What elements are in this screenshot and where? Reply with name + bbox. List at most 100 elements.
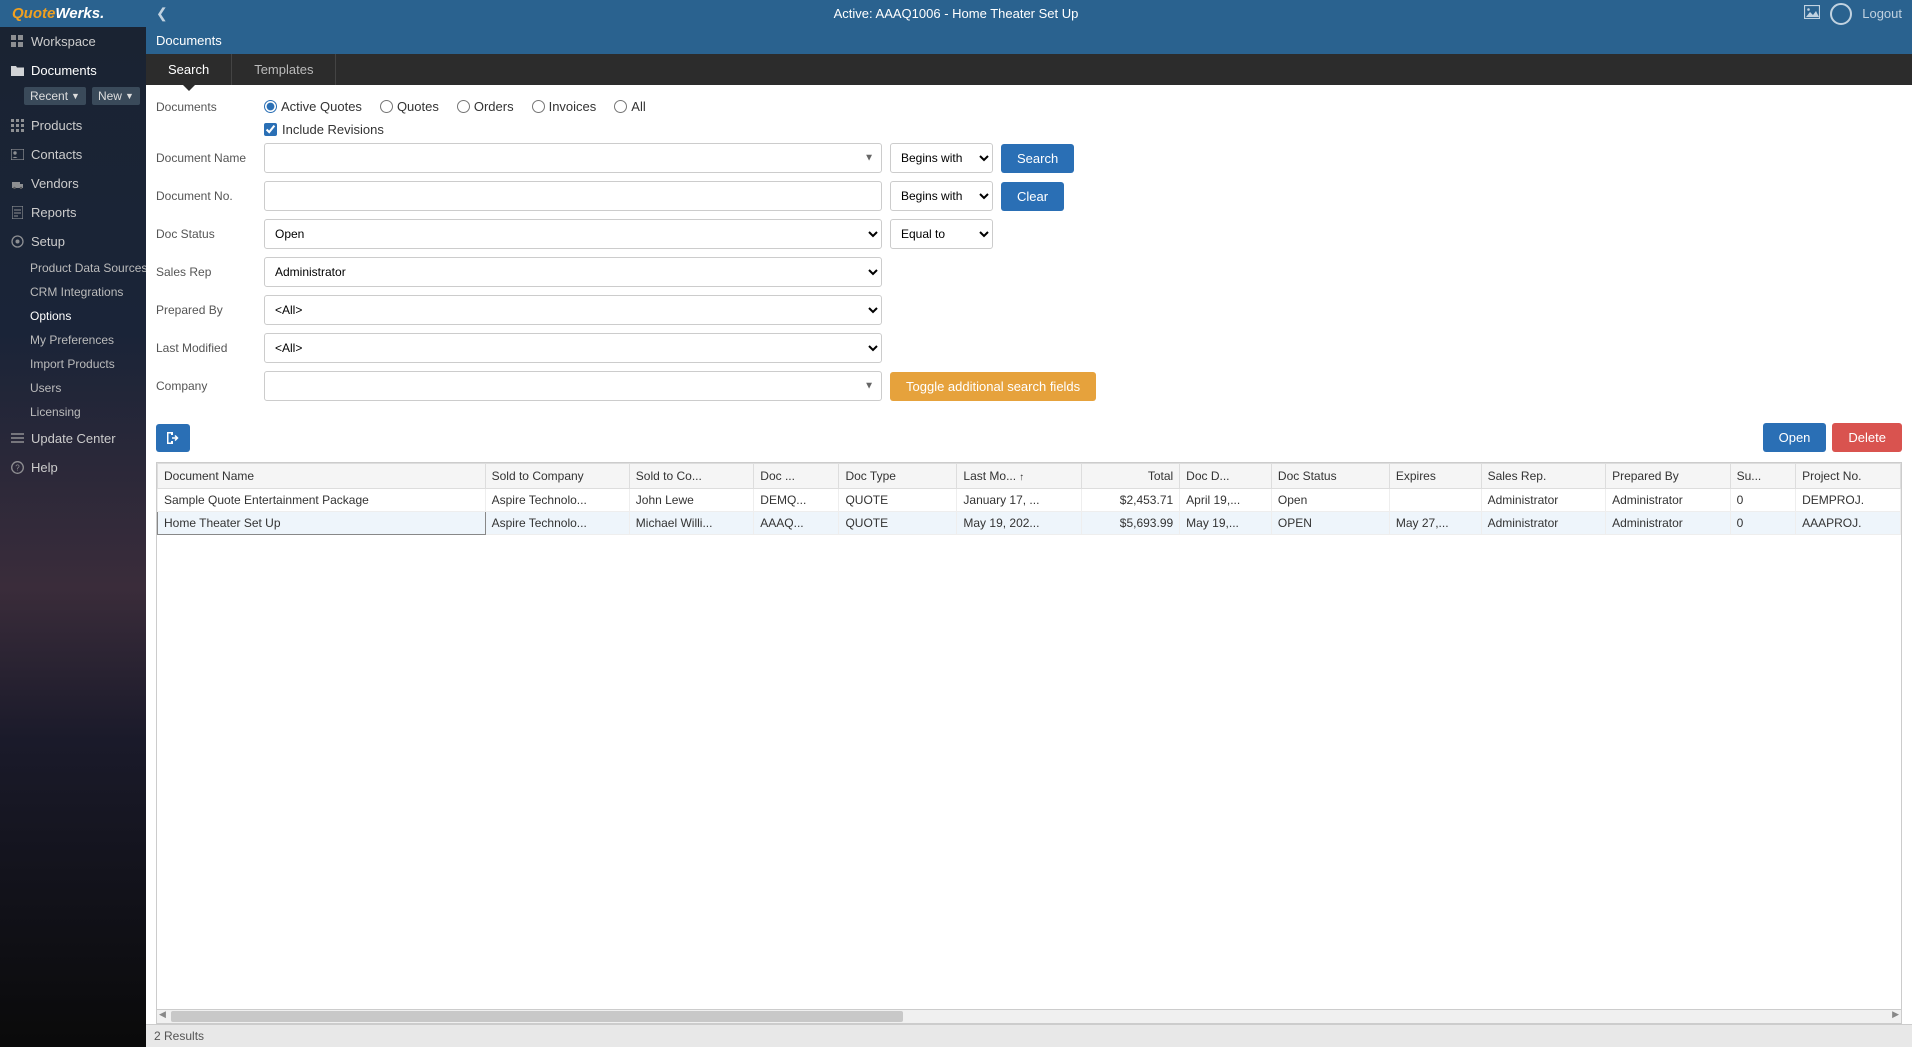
col-sold-to-company[interactable]: Sold to Company bbox=[485, 464, 629, 489]
col-su[interactable]: Su... bbox=[1730, 464, 1796, 489]
results-table-wrap[interactable]: Document Name Sold to Company Sold to Co… bbox=[156, 462, 1902, 1010]
toggle-additional-fields-button[interactable]: Toggle additional search fields bbox=[890, 372, 1096, 401]
document-name-input[interactable] bbox=[264, 143, 882, 173]
document-name-label: Document Name bbox=[156, 151, 264, 165]
delete-button[interactable]: Delete bbox=[1832, 423, 1902, 452]
col-doc-date[interactable]: Doc D... bbox=[1180, 464, 1272, 489]
sidebar-item-licensing[interactable]: Licensing bbox=[30, 400, 146, 424]
col-sales-rep[interactable]: Sales Rep. bbox=[1481, 464, 1606, 489]
sidebar-item-vendors[interactable]: Vendors bbox=[0, 169, 146, 198]
radio-all[interactable]: All bbox=[614, 99, 645, 114]
sales-rep-select[interactable]: Administrator bbox=[264, 257, 882, 287]
col-total[interactable]: Total bbox=[1081, 464, 1179, 489]
horizontal-scrollbar[interactable] bbox=[156, 1010, 1902, 1024]
sidebar-item-label: Reports bbox=[31, 205, 77, 220]
col-prepared-by[interactable]: Prepared By bbox=[1606, 464, 1731, 489]
doc-status-operator-select[interactable]: Equal to bbox=[890, 219, 993, 249]
doc-status-select[interactable]: Open bbox=[264, 219, 882, 249]
col-doc-status[interactable]: Doc Status bbox=[1271, 464, 1389, 489]
tab-search[interactable]: Search bbox=[146, 54, 232, 85]
workspace-icon bbox=[10, 35, 24, 48]
contacts-icon bbox=[10, 149, 24, 160]
sidebar-item-contacts[interactable]: Contacts bbox=[0, 140, 146, 169]
sidebar-item-product-data-sources[interactable]: Product Data Sources bbox=[30, 256, 146, 280]
company-input[interactable] bbox=[264, 371, 882, 401]
sidebar-item-workspace[interactable]: Workspace bbox=[0, 27, 146, 56]
cell-doc-type: QUOTE bbox=[839, 512, 957, 535]
table-row[interactable]: Home Theater Set UpAspire Technolo...Mic… bbox=[158, 512, 1901, 535]
cell-project-no: AAAPROJ. bbox=[1796, 512, 1901, 535]
col-sold-to-contact[interactable]: Sold to Co... bbox=[629, 464, 754, 489]
logo-quote: Quote bbox=[12, 5, 55, 22]
cell-doc-date: May 19,... bbox=[1180, 512, 1272, 535]
recent-button[interactable]: Recent▼ bbox=[24, 87, 86, 105]
sidebar-item-options[interactable]: Options bbox=[30, 304, 146, 328]
clear-button[interactable]: Clear bbox=[1001, 182, 1064, 211]
help-icon: ? bbox=[10, 461, 24, 474]
cell-project-no: DEMPROJ. bbox=[1796, 489, 1901, 512]
active-document-title: Active: AAAQ1006 - Home Theater Set Up bbox=[834, 6, 1079, 21]
open-button[interactable]: Open bbox=[1763, 423, 1827, 452]
new-button[interactable]: New▼ bbox=[92, 87, 140, 105]
image-icon[interactable] bbox=[1804, 5, 1820, 22]
sidebar-item-setup[interactable]: Setup bbox=[0, 227, 146, 256]
tab-templates[interactable]: Templates bbox=[232, 54, 336, 85]
logo-werks: Werks. bbox=[55, 5, 104, 22]
table-header-row: Document Name Sold to Company Sold to Co… bbox=[158, 464, 1901, 489]
last-modified-select[interactable]: <All> bbox=[264, 333, 882, 363]
sidebar-item-label: Update Center bbox=[31, 431, 116, 446]
sidebar: Workspace Documents Recent▼ New▼ Product… bbox=[0, 27, 146, 1047]
cell-sales-rep: Administrator bbox=[1481, 489, 1606, 512]
prepared-by-select[interactable]: <All> bbox=[264, 295, 882, 325]
list-icon bbox=[10, 433, 24, 444]
include-revisions-checkbox[interactable] bbox=[264, 123, 277, 136]
scrollbar-thumb[interactable] bbox=[171, 1011, 903, 1022]
cell-expires: May 27,... bbox=[1389, 512, 1481, 535]
document-no-input[interactable] bbox=[264, 181, 882, 211]
radio-quotes[interactable]: Quotes bbox=[380, 99, 439, 114]
sidebar-item-users[interactable]: Users bbox=[30, 376, 146, 400]
document-name-operator-select[interactable]: Begins with bbox=[890, 143, 993, 173]
col-expires[interactable]: Expires bbox=[1389, 464, 1481, 489]
cell-doc-no: DEMQ... bbox=[754, 489, 839, 512]
col-doc-type[interactable]: Doc Type bbox=[839, 464, 957, 489]
sidebar-item-help[interactable]: ? Help bbox=[0, 453, 146, 482]
prepared-by-label: Prepared By bbox=[156, 303, 264, 317]
sidebar-item-crm-integrations[interactable]: CRM Integrations bbox=[30, 280, 146, 304]
search-button[interactable]: Search bbox=[1001, 144, 1074, 173]
col-document-name[interactable]: Document Name bbox=[158, 464, 486, 489]
cell-document-name: Sample Quote Entertainment Package bbox=[158, 489, 486, 512]
status-bar: 2 Results bbox=[146, 1024, 1912, 1047]
results-table: Document Name Sold to Company Sold to Co… bbox=[157, 463, 1901, 535]
chevron-down-icon: ▼ bbox=[125, 91, 134, 101]
sidebar-item-label: Documents bbox=[31, 63, 97, 78]
cell-doc-status: OPEN bbox=[1271, 512, 1389, 535]
sidebar-item-import-products[interactable]: Import Products bbox=[30, 352, 146, 376]
radio-orders[interactable]: Orders bbox=[457, 99, 514, 114]
document-no-operator-select[interactable]: Begins with bbox=[890, 181, 993, 211]
col-last-modified[interactable]: Last Mo...↑ bbox=[957, 464, 1082, 489]
cell-sold-to-company: Aspire Technolo... bbox=[485, 512, 629, 535]
app-logo: QuoteWerks. bbox=[0, 5, 146, 22]
chevron-down-icon: ▼ bbox=[71, 91, 80, 101]
table-row[interactable]: Sample Quote Entertainment PackageAspire… bbox=[158, 489, 1901, 512]
radio-invoices[interactable]: Invoices bbox=[532, 99, 597, 114]
sidebar-item-products[interactable]: Products bbox=[0, 111, 146, 140]
col-doc-no[interactable]: Doc ... bbox=[754, 464, 839, 489]
sidebar-item-documents[interactable]: Documents bbox=[0, 56, 146, 85]
sidebar-item-reports[interactable]: Reports bbox=[0, 198, 146, 227]
export-button[interactable] bbox=[156, 424, 190, 452]
sidebar-collapse-icon[interactable]: ❮ bbox=[146, 5, 178, 22]
sidebar-item-update-center[interactable]: Update Center bbox=[0, 424, 146, 453]
svg-text:?: ? bbox=[15, 464, 20, 473]
sidebar-item-my-preferences[interactable]: My Preferences bbox=[30, 328, 146, 352]
radio-active-quotes[interactable]: Active Quotes bbox=[264, 99, 362, 114]
cell-expires bbox=[1389, 489, 1481, 512]
col-project-no[interactable]: Project No. bbox=[1796, 464, 1901, 489]
cell-total: $2,453.71 bbox=[1081, 489, 1179, 512]
sales-rep-label: Sales Rep bbox=[156, 265, 264, 279]
vendors-icon bbox=[10, 178, 24, 189]
logout-link[interactable]: Logout bbox=[1862, 6, 1902, 21]
cell-sold-to-company: Aspire Technolo... bbox=[485, 489, 629, 512]
avatar-icon[interactable] bbox=[1830, 3, 1852, 25]
